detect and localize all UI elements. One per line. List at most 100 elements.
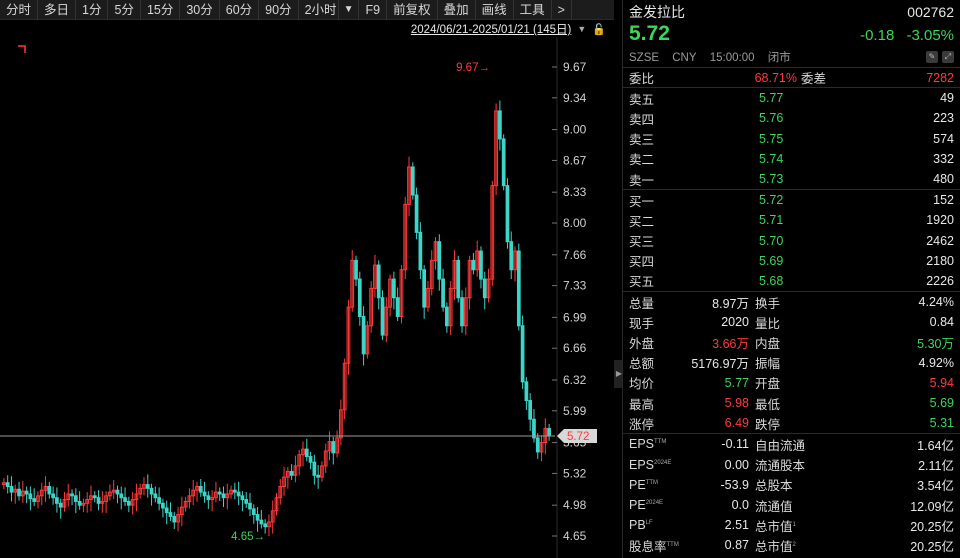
bids-row[interactable]: 买三 5.70 2462 <box>623 231 960 251</box>
bids-row[interactable]: 买五 5.68 2226 <box>623 271 960 291</box>
kline-chart-area[interactable]: 9.67 9.34 9.00 8.67 8.33 8.00 7.66 7.33 6.99 6.66… <box>0 38 614 558</box>
candle-body[interactable] <box>149 487 154 495</box>
candle-body[interactable] <box>202 491 207 497</box>
candle-body[interactable] <box>535 437 540 453</box>
candle-body[interactable] <box>354 259 358 280</box>
candle-body[interactable] <box>528 400 533 420</box>
candle-body[interactable] <box>5 482 10 487</box>
candle-body[interactable] <box>123 497 127 502</box>
candle-body[interactable] <box>471 259 476 271</box>
bids-row[interactable]: 买四 5.69 2180 <box>623 251 960 271</box>
lock-icon[interactable]: 🔓 <box>592 23 606 36</box>
candle-body[interactable] <box>505 185 510 243</box>
toolbar-item-9[interactable]: F9 <box>359 0 388 20</box>
candle-body[interactable] <box>498 110 502 140</box>
toolbar-item-6[interactable]: 60分 <box>220 0 260 20</box>
candle-body[interactable] <box>456 259 461 299</box>
candle-body[interactable] <box>77 500 82 506</box>
candle-body[interactable] <box>479 250 483 280</box>
edit-icon[interactable]: ✎ <box>926 51 938 63</box>
date-range-label[interactable]: 2024/06/21-2025/01/21 (145日) <box>411 21 571 37</box>
asks-row[interactable]: 卖一 5.73 480 <box>623 169 960 189</box>
candle-body[interactable] <box>263 523 268 528</box>
candle-body[interactable] <box>380 297 385 336</box>
candle-body[interactable] <box>445 306 449 327</box>
candle-body[interactable] <box>547 428 551 437</box>
candle-body[interactable] <box>47 485 52 495</box>
candle-body[interactable] <box>96 497 101 504</box>
candle-body[interactable] <box>240 495 245 501</box>
candle-body[interactable] <box>441 278 445 308</box>
toolbar-item-14[interactable]: > <box>552 0 572 20</box>
expand-icon[interactable]: ⤢ <box>942 51 954 63</box>
candle-body[interactable] <box>316 474 321 478</box>
candle-body[interactable] <box>460 297 464 327</box>
candle-body[interactable] <box>414 194 419 233</box>
candle-body[interactable] <box>357 278 362 317</box>
candle-body[interactable] <box>312 461 317 476</box>
bids-row[interactable]: 买一 5.72 152 <box>623 190 960 210</box>
asks-row[interactable]: 卖三 5.75 574 <box>623 129 960 149</box>
toolbar-item-13[interactable]: 工具 <box>514 0 552 20</box>
candle-body[interactable] <box>168 512 173 517</box>
toolbar-item-8[interactable]: 2小时 <box>299 0 339 20</box>
toolbar-item-4[interactable]: 15分 <box>141 0 181 20</box>
toolbar-item-2[interactable]: 1分 <box>76 0 109 20</box>
candle-body[interactable] <box>9 485 14 493</box>
candle-body[interactable] <box>115 489 120 495</box>
toolbar-item-10[interactable]: 前复权 <box>387 0 438 20</box>
candle-body[interactable] <box>119 493 124 499</box>
candle-body[interactable] <box>418 231 423 271</box>
candle-body[interactable] <box>58 502 63 508</box>
candle-body[interactable] <box>24 490 29 495</box>
asks-row[interactable]: 卖四 5.76 223 <box>623 108 960 128</box>
candle-body[interactable] <box>51 493 55 499</box>
candle-body[interactable] <box>236 491 241 497</box>
candle-body[interactable] <box>206 495 211 501</box>
candle-body[interactable] <box>376 264 381 299</box>
toolbar-item-11[interactable]: 叠加 <box>438 0 476 20</box>
candle-body[interactable] <box>308 456 313 463</box>
candle-body[interactable] <box>509 241 514 271</box>
candle-body[interactable] <box>153 493 158 499</box>
toolbar-item-0[interactable]: 分时 <box>0 0 39 20</box>
kline-chart[interactable]: 9.67 9.34 9.00 8.67 8.33 8.00 7.66 7.33 6.99 6.66… <box>0 38 614 558</box>
candle-body[interactable] <box>520 325 525 383</box>
candle-body[interactable] <box>126 500 131 506</box>
candle-body[interactable] <box>217 491 222 495</box>
candle-body[interactable] <box>524 381 529 402</box>
period-dropdown-icon[interactable]: ▼ <box>339 0 360 20</box>
candle-body[interactable] <box>157 497 161 504</box>
candle-body[interactable] <box>289 471 294 476</box>
candle-body[interactable] <box>145 484 150 489</box>
candle-body[interactable] <box>164 507 169 514</box>
candle-body[interactable] <box>172 515 177 523</box>
candle-body[interactable] <box>331 441 336 454</box>
candle-body[interactable] <box>70 493 74 497</box>
candle-body[interactable] <box>501 138 506 187</box>
candle-body[interactable] <box>255 514 260 521</box>
toolbar-item-3[interactable]: 5分 <box>108 0 141 20</box>
candle-body[interactable] <box>221 493 226 499</box>
candle-body[interactable] <box>422 269 427 308</box>
candle-body[interactable] <box>304 448 309 458</box>
toolbar-item-12[interactable]: 画线 <box>476 0 514 20</box>
range-dropdown-icon[interactable]: ▼ <box>577 24 586 34</box>
candle-body[interactable] <box>161 502 165 509</box>
candle-body[interactable] <box>17 488 21 497</box>
asks-row[interactable]: 卖五 5.77 49 <box>623 88 960 108</box>
candle-body[interactable] <box>92 495 97 499</box>
asks-row[interactable]: 卖二 5.74 332 <box>623 149 960 169</box>
candle-body[interactable] <box>73 495 78 502</box>
candle-body[interactable] <box>392 278 396 299</box>
candle-body[interactable] <box>198 485 203 493</box>
candle-body[interactable] <box>410 166 415 196</box>
bids-row[interactable]: 买二 5.71 1920 <box>623 210 960 230</box>
candle-body[interactable] <box>516 250 521 327</box>
toolbar-item-5[interactable]: 30分 <box>180 0 220 20</box>
candle-body[interactable] <box>437 241 442 280</box>
candle-body[interactable] <box>251 508 256 516</box>
candle-body[interactable] <box>244 499 249 504</box>
candle-body[interactable] <box>232 489 237 493</box>
candle-body[interactable] <box>361 315 366 355</box>
